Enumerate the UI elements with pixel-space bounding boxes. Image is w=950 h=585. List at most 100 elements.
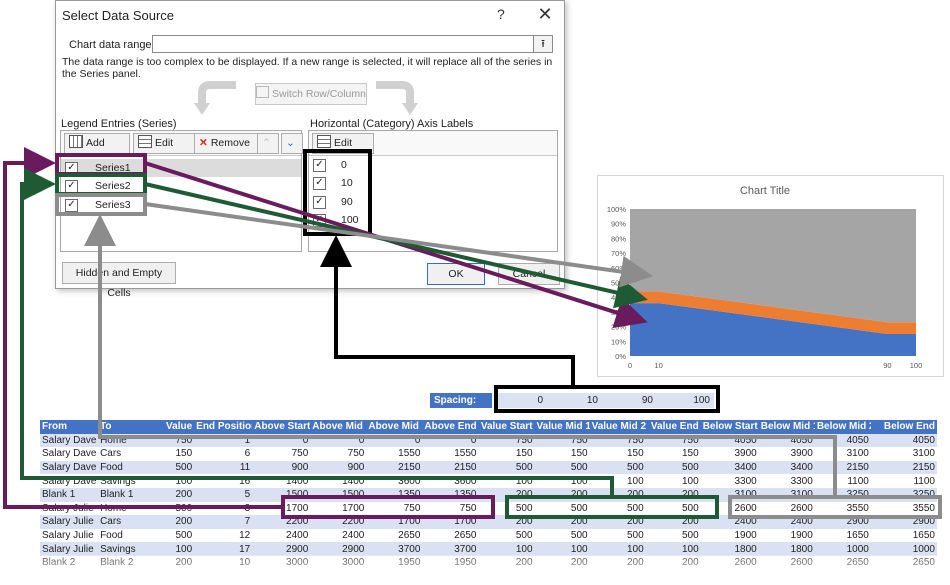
series-label: Series1 [95, 162, 131, 174]
table-cell: Home [98, 433, 155, 448]
table-cell: 150 [589, 447, 646, 461]
category-checkbox[interactable]: ✓ [313, 214, 326, 227]
table-cell: 3300 [700, 474, 759, 488]
area-chart: Chart Title 0% 10% 20% 30% 40% 50% 60% 70% 80% 90… [597, 175, 944, 377]
curved-arrow-right-icon [376, 81, 418, 115]
edit-axis-button[interactable]: Edit [312, 133, 374, 154]
table-cell: 500 [589, 460, 646, 475]
y-tick-label: 30% [611, 308, 626, 317]
add-label: Add [86, 137, 105, 149]
table-cell: 2650 [422, 528, 479, 543]
category-checkbox[interactable]: ✓ [313, 159, 326, 172]
table-cell: 2600 [700, 501, 759, 516]
table-cell: 3250 [870, 487, 937, 502]
x-tick-label: 0 [628, 361, 632, 370]
category-row[interactable]: ✓ 10 [309, 174, 557, 192]
table-cell: Home [98, 501, 155, 516]
series-row[interactable]: ✓ Series1 [61, 159, 301, 177]
column-header: Above End [422, 420, 479, 434]
move-up-button[interactable]: ⌃ [257, 133, 279, 154]
table-cell: 150 [154, 447, 195, 461]
series-checkbox[interactable]: ✓ [65, 180, 78, 193]
table-cell: 2400 [310, 528, 367, 543]
switch-icon [256, 86, 270, 98]
table-cell: Salary Julie [40, 528, 99, 543]
table-cell: Savings [98, 474, 155, 488]
table-cell: 200 [645, 515, 701, 529]
axis-labels-header: Horizontal (Category) Axis Labels [310, 118, 474, 130]
chart-data-range-input[interactable] [152, 35, 534, 53]
close-icon[interactable]: ✕ [534, 3, 556, 25]
y-tick-label: 20% [611, 323, 626, 332]
table-cell: 500 [589, 528, 646, 543]
table-cell: 3700 [422, 542, 479, 556]
table-cell: 5 [194, 487, 253, 502]
table-cell: 750 [478, 433, 535, 448]
category-checkbox[interactable]: ✓ [313, 196, 326, 209]
table-cell: 4050 [814, 433, 871, 448]
series-row[interactable]: ✓ Series2 [61, 177, 301, 195]
table-cell: 200 [478, 515, 535, 529]
x-tick-label: 90 [883, 361, 891, 370]
table-cell: 3550 [814, 501, 871, 516]
table-cell: 2150 [870, 460, 937, 475]
collapse-dialog-button[interactable]: ⭱ [533, 35, 553, 53]
table-cell: 100 [589, 542, 646, 556]
switch-row-column-button[interactable]: Switch Row/Column [255, 83, 367, 105]
table-cell: 500 [478, 501, 535, 516]
add-series-button[interactable]: Add [64, 133, 130, 154]
table-cell: 3900 [758, 447, 815, 461]
column-header: Below End [870, 420, 937, 434]
spacing-value: 90 [641, 395, 653, 406]
help-icon[interactable]: ? [497, 6, 505, 22]
table-cell: 17 [194, 542, 253, 556]
edit-series-button[interactable]: Edit [133, 133, 195, 154]
table-row: Salary Dave Cars 150 6 750 750 1550 1550 150 150 1… [40, 447, 937, 461]
table-cell: 500 [534, 528, 590, 543]
hidden-empty-cells-button[interactable]: Hidden and Empty Cells [62, 262, 176, 299]
table-cell: 100 [478, 542, 535, 556]
cancel-button[interactable]: Cancel [498, 263, 560, 285]
table-cell: 3550 [870, 501, 937, 516]
table-cell: 500 [645, 460, 701, 475]
axis-edit-label: Edit [334, 137, 353, 149]
table-cell: 3100 [700, 487, 759, 502]
edit-label: Edit [155, 137, 174, 149]
table-cell: 100 [478, 474, 535, 488]
table-cell: Blank 1 [98, 487, 155, 502]
series-row[interactable]: ✓ Series3 [61, 196, 301, 214]
table-cell: 100 [589, 474, 646, 488]
category-row[interactable]: ✓ 100 [309, 211, 557, 229]
column-header: Above Mid 1 [310, 420, 367, 434]
column-header: End Position [194, 420, 253, 434]
table-row: Salary Julie Savings 100 17 2900 2900 3700 3700… [40, 542, 937, 556]
table-cell: 200 [154, 515, 195, 529]
table-cell: 200 [154, 487, 195, 502]
table-cell: 750 [645, 433, 701, 448]
series-label: Series3 [95, 199, 131, 211]
y-tick-label: 0% [615, 352, 626, 361]
category-row[interactable]: ✓ 0 [309, 156, 557, 174]
table-cell: 1700 [366, 515, 423, 529]
move-down-button[interactable]: ⌄ [281, 133, 303, 154]
table-cell: 1500 [310, 487, 367, 502]
table-cell: 200 [478, 487, 535, 502]
table-cell: Salary Dave [40, 433, 99, 448]
ok-button[interactable]: OK [427, 263, 485, 285]
y-tick-label: 90% [611, 220, 626, 229]
table-cell: 500 [534, 460, 590, 475]
table-cell: 1800 [758, 542, 815, 556]
series-checkbox[interactable]: ✓ [65, 199, 78, 212]
series-checkbox[interactable]: ✓ [65, 162, 78, 175]
category-checkbox[interactable]: ✓ [313, 177, 326, 190]
table-cell: 3100 [758, 487, 815, 502]
chart-data-range-label: Chart data range: [69, 39, 155, 51]
column-header: Value [154, 420, 195, 434]
x-tick-label: 100 [910, 361, 923, 370]
table-cell: 200 [534, 515, 590, 529]
chart-title: Chart Title [740, 185, 790, 197]
remove-series-button[interactable]: ✕ Remove [194, 133, 262, 154]
category-row[interactable]: ✓ 90 [309, 193, 557, 211]
y-tick-label: 60% [611, 264, 626, 273]
table-cell: 900 [310, 460, 367, 475]
